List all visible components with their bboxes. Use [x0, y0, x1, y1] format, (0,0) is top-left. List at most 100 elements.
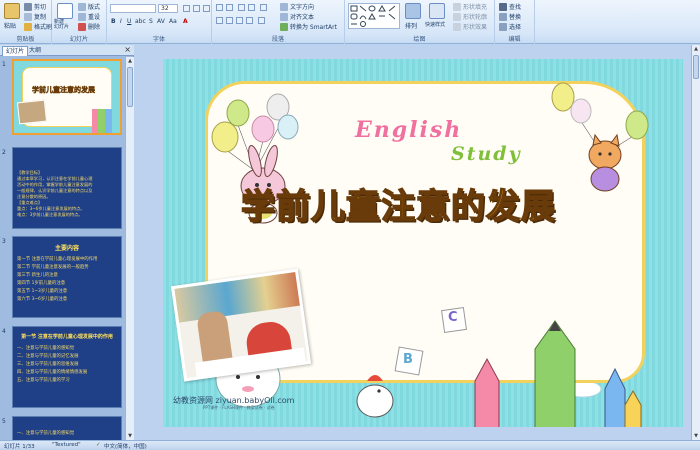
slide-thumbnail-2[interactable]: 【教学目标】 通过本章学习，认识注意在学前儿童心理 活动中的作用，掌握学前儿童注…: [12, 147, 122, 229]
shape-effects-button[interactable]: 形状效果: [453, 22, 487, 31]
layout-label: 版式: [88, 4, 101, 11]
replace-label: 替换: [509, 14, 522, 21]
underline-button[interactable]: U: [127, 18, 131, 25]
reset-button[interactable]: 重设: [78, 12, 100, 21]
quick-styles-button[interactable]: 快速样式: [425, 21, 445, 28]
shapes-gallery[interactable]: [348, 3, 400, 29]
strike-button[interactable]: abc: [135, 18, 146, 25]
clear-format-icon[interactable]: [203, 5, 210, 12]
quick-styles-icon[interactable]: [429, 3, 445, 19]
shape-outline-button[interactable]: 形状轮廓: [453, 12, 487, 21]
replace-button[interactable]: 替换: [499, 12, 521, 21]
find-label: 查找: [509, 4, 522, 11]
grow-font-icon[interactable]: [183, 5, 190, 12]
change-case-button[interactable]: Aa: [169, 18, 177, 25]
shape-fill-button[interactable]: 形状填充: [453, 2, 487, 11]
tab-outline[interactable]: 大纲: [26, 46, 44, 56]
slide-thumbnail-3[interactable]: 主要内容 第一节 注意在学前儿童心理发展中的作用 第二节 学前儿童注意发展的一般…: [12, 236, 122, 318]
thumb3-line: 第四节 1岁前儿童的注意: [17, 281, 66, 286]
decrease-indent-icon[interactable]: [238, 4, 245, 11]
scroll-down-icon[interactable]: ▼: [692, 432, 700, 440]
letter-c: C: [448, 310, 458, 325]
smartart-icon: [280, 22, 288, 31]
shrink-font-icon[interactable]: [193, 5, 200, 12]
slide-canvas[interactable]: English Study 学前儿童注意的发展 C B 幼教资源网 ziyuan…: [163, 59, 683, 427]
text-direction-button[interactable]: 文字方向: [280, 2, 314, 11]
close-icon[interactable]: ×: [124, 45, 131, 54]
reset-label: 重设: [88, 14, 101, 21]
thumb1-title: 学前儿童注意的发展: [32, 86, 95, 94]
align-right-icon[interactable]: [236, 17, 243, 24]
paste-label: 粘贴: [4, 23, 17, 30]
watermark-subtext: PPT课件 · FLASH课件 · 教案试卷 · 试卷: [203, 405, 275, 410]
workspace-scrollbar[interactable]: ▲ ▼: [691, 45, 700, 440]
new-slide-label: 新建 幻灯片: [54, 19, 70, 30]
font-color-button[interactable]: A: [183, 18, 188, 25]
scroll-up-icon[interactable]: ▲: [126, 57, 134, 65]
slide-thumbnail-1[interactable]: 学前儿童注意的发展: [12, 59, 122, 135]
layout-icon: [78, 2, 86, 11]
paste-button[interactable]: 粘贴: [4, 21, 16, 30]
slide-number: 1: [2, 61, 6, 68]
line-spacing-icon[interactable]: [260, 4, 267, 11]
thumb4-line: 三、注意与学前儿童的思维发展: [17, 362, 79, 367]
pencils: [474, 320, 642, 427]
thumb3-line: 第一节 注意在学前儿童心理发展中的作用: [17, 257, 98, 262]
slide-thumbnail-4[interactable]: 第一节 注意在学前儿童心理发展中的作用 一、注意与学前儿童的感知觉 二、注意与学…: [12, 326, 122, 408]
editing-group: 查找 替换 选择 编辑: [495, 0, 535, 44]
text-direction-icon: [280, 2, 288, 11]
new-slide-button[interactable]: 新建 幻灯片: [54, 20, 69, 30]
copy-button[interactable]: 复制: [24, 12, 46, 21]
delete-icon: [78, 22, 86, 31]
slide-title[interactable]: 学前儿童注意的发展: [240, 179, 556, 228]
thumb3-line: 第五节 1~3岁儿童的注意: [17, 289, 68, 294]
scroll-thumb[interactable]: [127, 67, 133, 107]
delete-button[interactable]: 删除: [78, 22, 100, 31]
new-slide-icon[interactable]: [57, 3, 73, 19]
align-left-icon[interactable]: [216, 17, 223, 24]
numbering-icon[interactable]: [226, 4, 233, 11]
tab-slides[interactable]: 幻灯片: [2, 46, 29, 56]
brush-icon: [24, 22, 32, 31]
paste-icon[interactable]: [4, 3, 20, 19]
justify-icon[interactable]: [246, 17, 253, 24]
font-size-field[interactable]: 32: [158, 4, 178, 13]
align-text-button[interactable]: 对齐文本: [280, 12, 314, 21]
slide-thumbnail-5[interactable]: 一、注意与学前儿童的感知觉: [12, 416, 122, 440]
font-group: 32 B I U abc S AV Aa A 字体: [107, 0, 212, 44]
slides-panel: 幻灯片 大纲 × 1 学前儿童注意的发展 2 【教学目标】 通过本章学习，认识注…: [0, 45, 134, 440]
italic-button[interactable]: I: [120, 18, 122, 25]
find-button[interactable]: 查找: [499, 2, 521, 11]
thumb4-line: 四、注意与学前儿童的情绪情感发展: [17, 370, 88, 375]
increase-indent-icon[interactable]: [248, 4, 255, 11]
align-center-icon[interactable]: [226, 17, 233, 24]
paragraph-group: 文字方向 对齐文本 转换为 SmartArt 段落: [212, 0, 345, 44]
cut-button[interactable]: 剪切: [24, 2, 46, 11]
clipboard-group: 粘贴 剪切 复制 格式刷 剪贴板: [0, 0, 52, 44]
shape-effects-label: 形状效果: [463, 24, 488, 31]
pen-icon: [453, 12, 461, 21]
ribbon: 粘贴 剪切 复制 格式刷 剪贴板 新建 幻灯片 版式 重设 删除 幻灯片 32 …: [0, 0, 700, 44]
select-button[interactable]: 选择: [499, 22, 521, 31]
format-painter-button[interactable]: 格式刷: [24, 22, 52, 31]
smartart-button[interactable]: 转换为 SmartArt: [280, 22, 337, 31]
arrange-icon[interactable]: [405, 3, 421, 19]
arrange-button[interactable]: 排列: [405, 21, 417, 30]
scroll-up-icon[interactable]: ▲: [692, 45, 700, 53]
slide-number: 2: [2, 149, 6, 156]
slide-workspace: English Study 学前儿童注意的发展 C B 幼教资源网 ziyuan…: [135, 45, 700, 440]
scroll-down-icon[interactable]: ▼: [126, 432, 134, 440]
char-spacing-button[interactable]: AV: [157, 18, 165, 25]
font-name-field[interactable]: [110, 4, 156, 13]
thumb4-line: 一、注意与学前儿童的感知觉: [17, 346, 75, 351]
columns-icon[interactable]: [258, 17, 265, 24]
panel-scrollbar[interactable]: ▲ ▼: [125, 57, 134, 440]
bold-button[interactable]: B: [111, 18, 116, 25]
bullets-icon[interactable]: [216, 4, 223, 11]
thumbnail-list: 1 学前儿童注意的发展 2 【教学目标】 通过本章学习，认识注意在学前儿童心理 …: [0, 57, 124, 440]
fill-bucket-icon: [453, 2, 461, 11]
delete-label: 删除: [88, 24, 101, 31]
shadow-button[interactable]: S: [149, 18, 153, 25]
layout-button[interactable]: 版式: [78, 2, 100, 11]
scroll-thumb[interactable]: [693, 55, 699, 79]
